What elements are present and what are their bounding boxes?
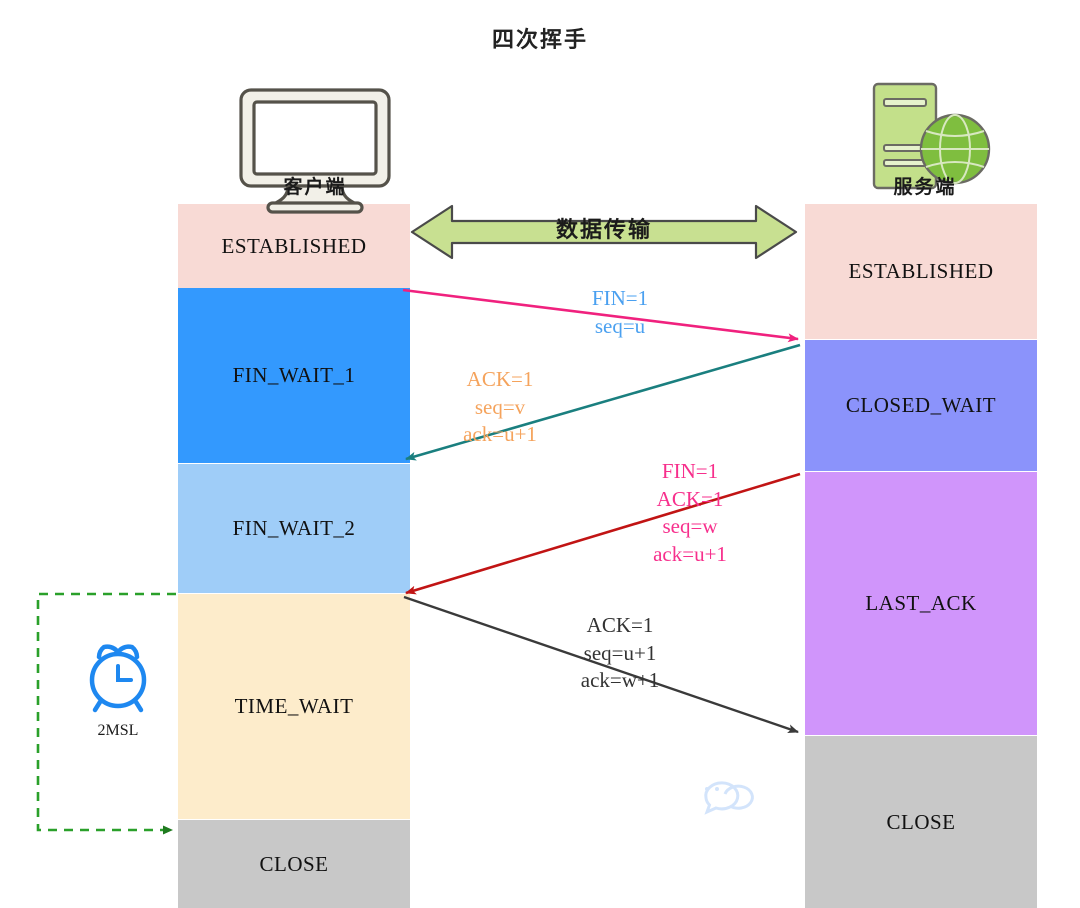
client-state-established[interactable]: ESTABLISHED	[178, 204, 410, 288]
alarm-clock-icon	[89, 644, 147, 713]
client-state-fin-wait-2[interactable]: FIN_WAIT_2	[178, 464, 410, 593]
server-state-closed-wait[interactable]: CLOSED_WAIT	[805, 340, 1037, 471]
state-label: FIN_WAIT_1	[232, 363, 356, 387]
message-label-ack-1: ACK=1 seq=v ack=u+1	[463, 367, 537, 447]
server-state-close[interactable]: CLOSE	[805, 736, 1037, 908]
state-label: CLOSED_WAIT	[845, 393, 997, 417]
msl-bracket	[36, 592, 176, 835]
state-label: FIN_WAIT_2	[232, 516, 356, 540]
wechat-icon	[704, 781, 754, 815]
client-state-close[interactable]: CLOSE	[178, 820, 410, 908]
message-label-fin-1: FIN=1 seq=u	[591, 286, 649, 338]
state-label: ESTABLISHED	[848, 259, 994, 283]
message-label-fin-ack: FIN=1 ACK=1 seq=w ack=u+1	[653, 459, 727, 567]
state-label: ESTABLISHED	[221, 233, 367, 258]
message-label-final-ack: ACK=1 seq=u+1 ack=w+1	[580, 613, 660, 693]
state-label: CLOSE	[259, 851, 329, 876]
state-label: TIME_WAIT	[234, 694, 354, 718]
client-endpoint-label: 客户端	[283, 176, 347, 198]
data-transfer-label: 数据传输	[555, 218, 652, 243]
server-endpoint-label: 服务端	[893, 176, 957, 198]
msl-timer-label: 2MSL	[97, 722, 139, 739]
state-label: LAST_ACK	[865, 591, 977, 615]
server-state-last-ack[interactable]: LAST_ACK	[805, 472, 1037, 735]
state-label: CLOSE	[886, 809, 956, 834]
client-state-fin-wait-1[interactable]: FIN_WAIT_1	[178, 288, 410, 463]
server-state-established[interactable]: ESTABLISHED	[805, 204, 1037, 339]
client-state-time-wait[interactable]: TIME_WAIT	[178, 594, 410, 819]
page-title: 四次挥手	[491, 28, 588, 53]
